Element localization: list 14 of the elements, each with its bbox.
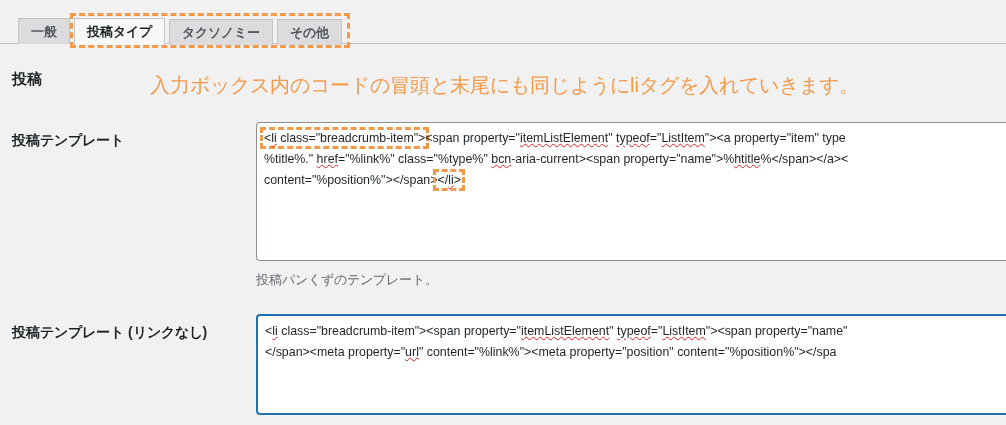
tab[interactable]: タクソノミー [169,19,273,45]
section-title: 投稿 [12,70,43,89]
template-textarea[interactable] [256,122,1006,261]
code-line: </span><meta property="url" content="%link%"><meta property="position" content="%position%"></spa [265,344,837,361]
tab[interactable]: その他 [277,19,342,45]
field-description: 投稿パンくずのテンプレート。 [256,271,439,289]
code-line: %title%." href="%link%" class="%type%" bcn-aria-current><span property="name">%htitle%</span></a>< [264,151,849,168]
code-line: <li class="breadcrumb-item"><span property="itemListElement" typeof="ListItem"><span property="name" [265,323,848,340]
field-label: 投稿テンプレート [12,131,125,150]
tab[interactable]: 投稿タイプ [74,18,165,45]
tab[interactable]: 一般 [18,18,70,44]
field-label: 投稿テンプレート (リンクなし) [12,323,209,342]
annotation-text: 入力ボックス内のコードの冒頭と末尾にも同じようにliタグを入れていきます。 [150,73,859,98]
template-textarea[interactable]: <li class="breadcrumb-item"><span property="itemListElement" typeof="ListItem"><span property="name" </span><meta property="url" content="%link%"><meta property="position" content="%position%"></spa [256,314,1006,415]
